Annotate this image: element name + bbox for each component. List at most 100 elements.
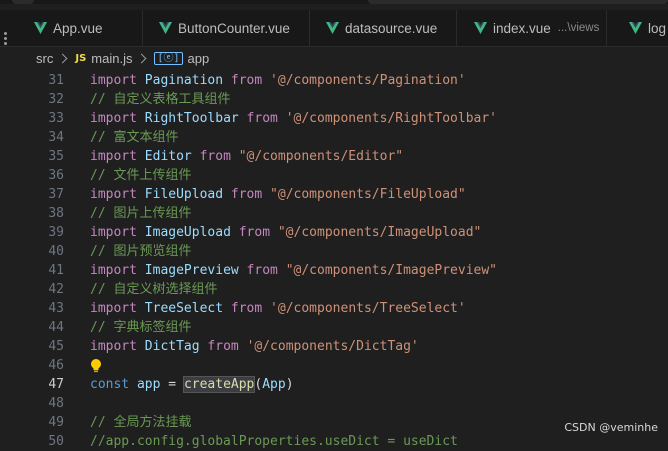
strip-segment — [368, 0, 668, 4]
tab-buttoncounter-vue[interactable]: ButtonCounter.vue — [143, 10, 310, 46]
identifier: RightToolbar — [144, 111, 239, 126]
tab-label: ButtonCounter.vue — [178, 20, 290, 36]
operator: = — [168, 377, 177, 392]
tab-path-hint: ...\views — [557, 22, 600, 34]
comment: // 富文本组件 — [90, 130, 179, 145]
function-call-highlighted[interactable]: createApp — [182, 376, 256, 393]
line-number: 32 — [48, 92, 64, 107]
breadcrumb-folder[interactable]: src — [36, 51, 53, 66]
identifier: ImageUpload — [144, 225, 231, 240]
line-number: 36 — [48, 168, 64, 183]
tab-label: datasource.vue — [345, 20, 438, 36]
line-number: 39 — [48, 225, 64, 240]
string-literal: "@/components/ImageUpload" — [277, 225, 482, 240]
code-line[interactable]: 44 // 字典标签组件 — [0, 318, 668, 337]
keyword: import — [90, 149, 137, 164]
line-number: 42 — [48, 282, 64, 297]
code-line[interactable]: 43 import TreeSelect from '@/components/… — [0, 299, 668, 318]
vue-icon — [474, 22, 487, 34]
line-number: 46 — [48, 358, 64, 373]
code-line[interactable]: 32 // 自定义表格工具组件 — [0, 90, 668, 109]
line-number: 31 — [48, 73, 64, 88]
comment: // 全局方法挂载 — [90, 415, 192, 430]
line-number: 40 — [48, 244, 64, 259]
keyword: from — [230, 187, 263, 202]
string-literal: "@/components/Editor" — [238, 149, 404, 164]
code-line[interactable]: 34 // 富文本组件 — [0, 128, 668, 147]
code-line[interactable]: 35 import Editor from "@/components/Edit… — [0, 147, 668, 166]
strip-segment — [12, 0, 34, 4]
identifier: app — [136, 377, 161, 392]
vue-icon — [326, 22, 339, 34]
code-line-active[interactable]: 47 const app = createApp(App) — [0, 375, 668, 394]
line-number: 50 — [48, 434, 64, 449]
string-literal: '@/components/DictTag' — [246, 339, 419, 354]
keyword: from — [207, 339, 239, 354]
code-line[interactable]: 36 // 文件上传组件 — [0, 166, 668, 185]
line-number: 35 — [48, 149, 64, 164]
line-number: 49 — [48, 415, 64, 430]
code-line[interactable]: 40 // 图片预览组件 — [0, 242, 668, 261]
tab-app-vue[interactable]: App.vue — [18, 10, 143, 46]
code-line[interactable]: 48 — [0, 394, 668, 413]
tab-label: log — [648, 20, 667, 36]
code-line[interactable]: 46 — [0, 356, 668, 375]
keyword: from — [230, 73, 263, 88]
code-line[interactable]: 39 import ImageUpload from "@/components… — [0, 223, 668, 242]
chevron-right-icon — [57, 53, 68, 63]
string-literal: "@/components/ImagePreview" — [285, 263, 498, 278]
watermark: CSDN @veminhe — [564, 421, 658, 434]
string-literal: '@/components/TreeSelect' — [270, 301, 466, 316]
identifier: DictTag — [144, 339, 200, 354]
code-line[interactable]: 45 import DictTag from '@/components/Dic… — [0, 337, 668, 356]
keyword: import — [90, 73, 137, 88]
comment: // 图片预览组件 — [90, 244, 192, 259]
vue-icon — [159, 22, 172, 34]
keyword: import — [90, 339, 137, 354]
keyword: import — [90, 301, 137, 316]
code-line[interactable]: 38 // 图片上传组件 — [0, 204, 668, 223]
line-number: 44 — [48, 320, 64, 335]
keyword: from — [230, 301, 263, 316]
code-line[interactable]: 42 // 自定义树选择组件 — [0, 280, 668, 299]
tab-index-vue[interactable]: index.vue ...\views — [457, 10, 607, 46]
breadcrumb-symbol[interactable]: app — [188, 51, 210, 66]
chevron-right-icon — [137, 53, 147, 63]
keyword: import — [90, 225, 137, 240]
comment: // 自定义树选择组件 — [90, 282, 218, 297]
line-number: 47 — [48, 377, 64, 392]
line-number: 33 — [48, 111, 64, 126]
code-line[interactable]: 50 //app.config.globalProperties.useDict… — [0, 432, 668, 451]
title-strip — [0, 0, 668, 4]
code-line[interactable]: 37 import FileUpload from "@/components/… — [0, 185, 668, 204]
line-number: 48 — [48, 396, 64, 411]
line-number: 45 — [48, 339, 64, 354]
keyword: import — [90, 187, 137, 202]
variable-symbol-icon: [ⓔ] — [154, 51, 183, 65]
code-line[interactable]: 31 import Pagination from '@/components/… — [0, 71, 668, 90]
more-icon[interactable] — [4, 32, 8, 45]
string-literal: "@/components/FileUpload" — [270, 187, 466, 202]
line-number: 43 — [48, 301, 64, 316]
keyword: import — [90, 111, 137, 126]
paren: ) — [285, 377, 294, 392]
tab-log[interactable]: log — [607, 10, 668, 46]
identifier: App — [262, 377, 286, 392]
comment: //app.config.globalProperties.useDict = … — [90, 434, 458, 449]
identifier: ImagePreview — [144, 263, 239, 278]
code-line[interactable]: 41 import ImagePreview from "@/component… — [0, 261, 668, 280]
code-line[interactable]: 33 import RightToolbar from '@/component… — [0, 109, 668, 128]
code-editor[interactable]: 31 import Pagination from '@/components/… — [0, 71, 668, 449]
keyword: from — [246, 263, 278, 278]
breadcrumb-file[interactable]: main.js — [91, 51, 132, 66]
vue-icon — [34, 22, 47, 34]
tab-datasource-vue[interactable]: datasource.vue — [310, 10, 457, 46]
lightbulb-icon[interactable] — [89, 358, 103, 373]
line-number: 41 — [48, 263, 64, 278]
tab-label: index.vue — [493, 20, 551, 36]
identifier: FileUpload — [144, 187, 224, 202]
breadcrumb: src JS main.js [ⓔ] app — [0, 47, 668, 69]
storage-keyword: const — [90, 377, 130, 392]
identifier: Pagination — [144, 73, 224, 88]
string-literal: '@/components/Pagination' — [270, 73, 466, 88]
